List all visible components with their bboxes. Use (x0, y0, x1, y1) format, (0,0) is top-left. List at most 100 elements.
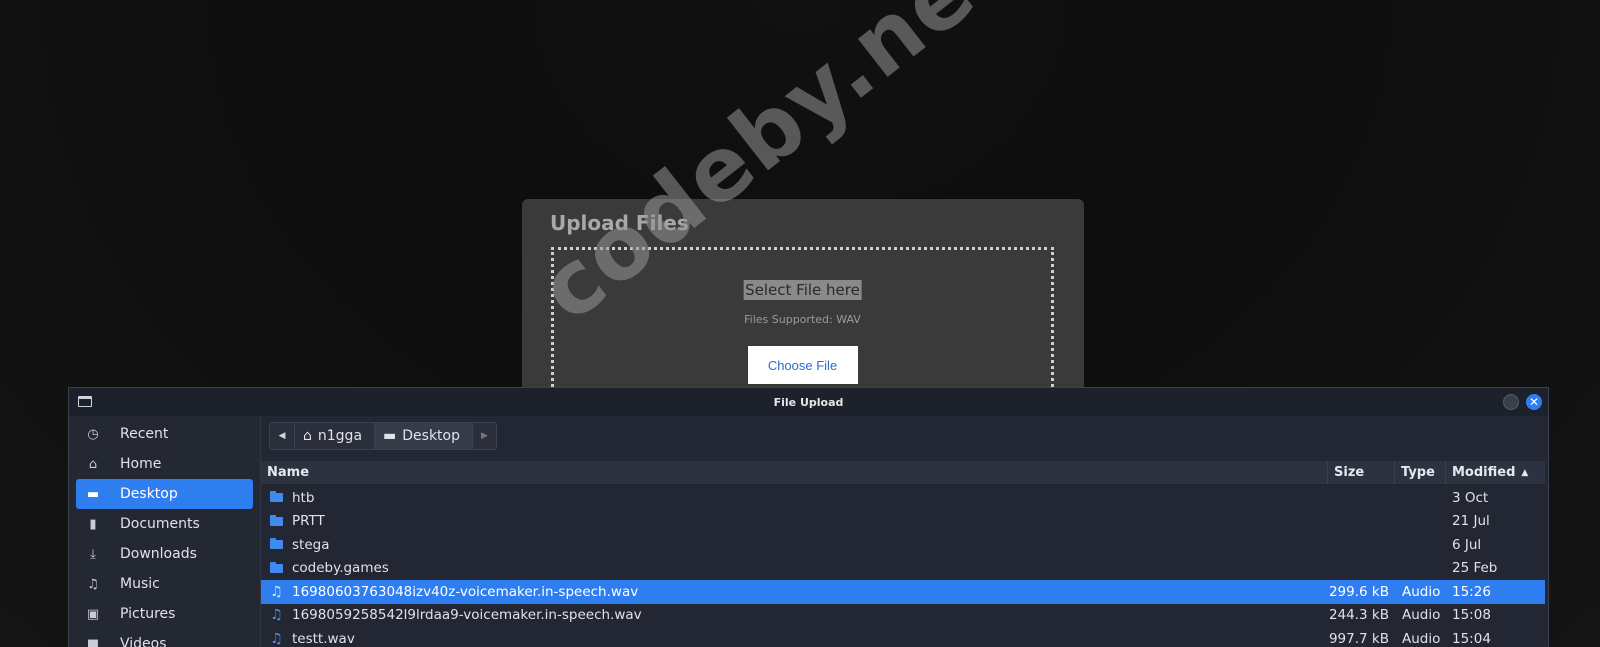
select-file-label: Select File here (743, 280, 862, 300)
file-modified: 3 Oct (1452, 489, 1489, 506)
sidebar-item-label: Music (120, 576, 160, 592)
home-icon: ⌂ (303, 428, 312, 444)
sidebar-item-label: Desktop (120, 486, 178, 502)
video-icon: ■ (86, 636, 100, 647)
file-row[interactable]: ♫ 1698059258542l9lrdaa9-voicemaker.in-spe… (261, 604, 1545, 628)
file-name: 16980603763048izv40z-voicemaker.in-speec… (292, 583, 639, 600)
file-name-cell: codeby.games (261, 560, 1328, 576)
home-icon: ⌂ (88, 456, 98, 472)
audio-file-icon: ♫ (269, 607, 284, 624)
file-name-cell: PRTT (261, 513, 1328, 529)
file-size: 299.6 kB (1328, 583, 1389, 600)
sidebar-item-desktop[interactable]: ▬ Desktop (76, 479, 253, 509)
folder-icon-shape (270, 561, 283, 573)
folder-icon (269, 514, 284, 529)
column-header-label: Type (1401, 465, 1435, 480)
music-note-icon: ♫ (270, 630, 283, 647)
places-sidebar: ◷ Recent ⌂ Home ▬ Desktop ▮ Documents ⤓ Downloads… (69, 416, 261, 647)
sort-ascending-icon: ▲ (1521, 467, 1529, 478)
sidebar-item-label: Videos (120, 636, 167, 647)
folder-icon-shape (270, 538, 283, 550)
path-bar: ◀ ⌂ n1gga ▬ Desktop ▶ (269, 422, 498, 450)
file-type: Audio (1402, 630, 1441, 647)
clock-icon: ◷ (87, 426, 99, 442)
minimize-button[interactable] (1503, 394, 1519, 410)
file-modified: 25 Feb (1452, 560, 1498, 577)
chevron-left-icon: ◀ (278, 431, 286, 441)
file-row[interactable]: ♫ testt.wav 997.7 kB Audio 15:04 (261, 627, 1545, 647)
file-modified: 15:26 (1452, 583, 1491, 600)
file-modified: 21 Jul (1452, 513, 1490, 530)
file-name: PRTT (292, 513, 325, 530)
file-modified: 6 Jul (1452, 536, 1482, 553)
supported-formats-text: Files Supported: WAV (744, 313, 861, 326)
sidebar-item-recent[interactable]: ◷ Recent (76, 419, 253, 449)
column-header-name[interactable]: Name (261, 461, 1328, 484)
sidebar-item-label: Documents (120, 516, 200, 532)
file-name: 1698059258542l9lrdaa9-voicemaker.in-spee… (292, 607, 642, 624)
file-row[interactable]: codeby.games 25 Feb (261, 557, 1545, 581)
file-list: htb 3 Oct PRTT 21 Jul stega 6 Jul codeby.games… (261, 486, 1545, 647)
folder-icon (269, 537, 284, 552)
sidebar-item-documents[interactable]: ▮ Documents (76, 509, 253, 539)
file-name: stega (292, 536, 330, 553)
sidebar-item-downloads[interactable]: ⤓ Downloads (76, 539, 253, 569)
file-row[interactable]: htb 3 Oct (261, 486, 1545, 510)
sidebar-item-label: Recent (120, 426, 169, 442)
desktop-icon: ▬ (383, 428, 397, 444)
sidebar-item-label: Pictures (120, 606, 176, 622)
dialog-titlebar[interactable]: File Upload ✕ (69, 388, 1548, 416)
desktop-icon: ▬ (86, 486, 100, 502)
music-icon: ♫ (87, 576, 99, 592)
file-size: 244.3 kB (1328, 607, 1389, 624)
dialog-title: File Upload (773, 395, 844, 409)
audio-file-icon: ♫ (269, 630, 284, 647)
column-header-type[interactable]: Type (1395, 461, 1446, 484)
folder-icon (269, 561, 284, 576)
path-segment-desktop[interactable]: ▬ Desktop (374, 423, 473, 449)
window-icon (78, 396, 92, 407)
music-note-icon: ♫ (270, 583, 283, 600)
file-name-cell: ♫ testt.wav (261, 631, 1328, 647)
column-header-label: Size (1334, 465, 1365, 480)
path-segment-label: Desktop (402, 428, 461, 444)
folder-icon-shape (270, 514, 283, 526)
file-row[interactable]: ♫ 16980603763048izv40z-voicemaker.in-spee… (261, 580, 1545, 604)
chevron-right-icon: ▶ (481, 431, 488, 441)
file-name: htb (292, 489, 315, 506)
sidebar-item-music[interactable]: ♫ Music (76, 569, 253, 599)
column-header-label: Modified (1452, 465, 1516, 480)
file-name: testt.wav (292, 630, 355, 647)
download-icon: ⤓ (90, 546, 96, 562)
path-back-button[interactable]: ◀ (270, 423, 294, 449)
sidebar-item-label: Home (120, 456, 162, 472)
upload-title: Upload Files (550, 211, 689, 235)
sidebar-item-pictures[interactable]: ▣ Pictures (76, 599, 253, 629)
sidebar-item-home[interactable]: ⌂ Home (76, 449, 253, 479)
path-segment-home[interactable]: ⌂ n1gga (294, 423, 374, 449)
music-note-icon: ♫ (270, 607, 283, 624)
close-button[interactable]: ✕ (1526, 394, 1542, 410)
close-icon: ✕ (1528, 395, 1540, 409)
file-name-cell: stega (261, 537, 1328, 553)
file-size: 997.7 kB (1328, 630, 1389, 647)
file-row[interactable]: PRTT 21 Jul (261, 510, 1545, 534)
file-modified: 15:08 (1452, 607, 1491, 624)
folder-icon (269, 490, 284, 505)
file-name: codeby.games (292, 560, 389, 577)
choose-file-button[interactable]: Choose File (747, 346, 858, 384)
path-forward-button[interactable]: ▶ (472, 423, 496, 449)
file-name-cell: htb (261, 490, 1328, 506)
sidebar-item-label: Downloads (120, 546, 197, 562)
column-header-size[interactable]: Size (1328, 461, 1395, 484)
path-segment-label: n1gga (317, 428, 363, 444)
file-type: Audio (1402, 607, 1441, 624)
file-browser: ◀ ⌂ n1gga ▬ Desktop ▶ Name Size Type Mod… (261, 416, 1548, 647)
file-upload-dialog: File Upload ✕ ◷ Recent ⌂ Home ▬ Desktop ▮ Docum… (68, 387, 1549, 647)
sidebar-item-videos[interactable]: ■ Videos (76, 629, 253, 647)
file-row[interactable]: stega 6 Jul (261, 533, 1545, 557)
column-header-modified[interactable]: Modified ▲ (1446, 461, 1545, 484)
page: Upload Files Select File here Files Supp… (0, 0, 1600, 647)
file-modified: 15:04 (1452, 630, 1491, 647)
table-header: Name Size Type Modified ▲ (261, 461, 1545, 485)
